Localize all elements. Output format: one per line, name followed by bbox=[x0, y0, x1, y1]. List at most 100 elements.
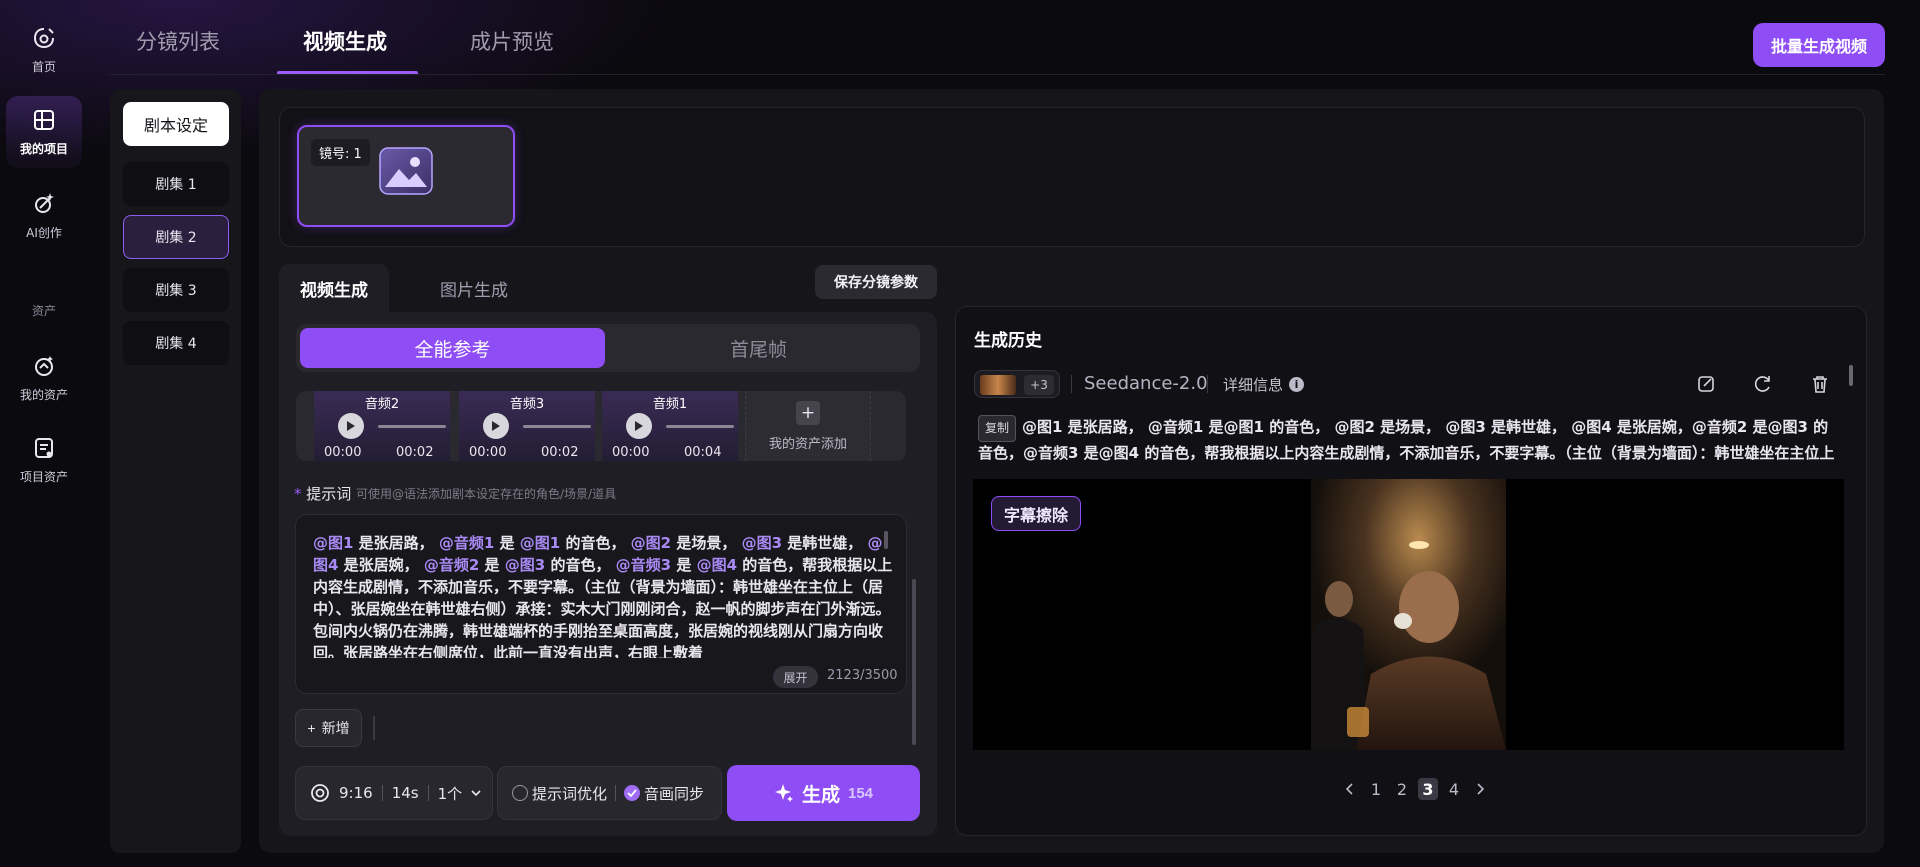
audio-end-time: 00:04 bbox=[684, 445, 722, 460]
tab-storyboard-list[interactable]: 分镜列表 bbox=[136, 26, 220, 56]
reference-thumbnails[interactable]: +3 bbox=[974, 370, 1060, 398]
prompt-text-segment: 是 bbox=[671, 556, 697, 574]
episode-1-button[interactable]: 剧集 1 bbox=[123, 162, 229, 206]
audio-start-time: 00:00 bbox=[612, 445, 650, 460]
episode-2-button[interactable]: 剧集 2 bbox=[123, 215, 229, 259]
shot-card[interactable]: 镜号: 1 bbox=[297, 125, 515, 227]
page-2[interactable]: 2 bbox=[1392, 778, 1412, 800]
history-title: 生成历史 bbox=[974, 331, 1042, 351]
duration-value: 14s bbox=[391, 784, 419, 802]
mode-full-reference[interactable]: 全能参考 bbox=[300, 328, 605, 368]
generate-label: 生成 bbox=[801, 784, 840, 806]
audio-end-time: 00:02 bbox=[396, 445, 434, 460]
tab-video-gen[interactable]: 视频生成 bbox=[279, 264, 389, 312]
rail-my-projects-label: 我的项目 bbox=[19, 142, 68, 156]
plus-icon: + bbox=[307, 720, 316, 736]
mention-token: @音频2 bbox=[423, 556, 480, 574]
audio-reference-row: 音频2 00:00 00:02 音频3 00:00 00:02 音频1 00:0… bbox=[296, 391, 906, 461]
add-new-button[interactable]: + 新增 bbox=[295, 709, 362, 747]
add-from-assets-label: 我的资产添加 bbox=[768, 436, 847, 452]
separator bbox=[1071, 375, 1072, 393]
generation-params-selector[interactable]: 9:16 14s 1个 bbox=[295, 766, 493, 820]
model-name: Seedance-2.0 bbox=[1084, 373, 1208, 394]
audio-card[interactable]: 音频2 00:00 00:02 bbox=[314, 391, 450, 461]
prompt-text-segment: 的音色， bbox=[560, 534, 631, 552]
my-assets-icon bbox=[35, 356, 53, 376]
rail-project-assets[interactable]: 项目资产 bbox=[6, 424, 82, 496]
panel-scrollbar[interactable] bbox=[912, 579, 916, 745]
mention-token: @图1 bbox=[313, 534, 354, 552]
chevron-right-icon[interactable] bbox=[1470, 778, 1490, 800]
aspect-ratio-value: 9:16 bbox=[339, 784, 373, 802]
play-icon[interactable] bbox=[483, 413, 509, 439]
mention-token: @音频1 bbox=[438, 534, 495, 552]
edit-icon[interactable] bbox=[1694, 372, 1718, 396]
projects-icon bbox=[34, 110, 54, 130]
delete-icon[interactable] bbox=[1808, 372, 1832, 396]
generate-button[interactable]: 生成 154 bbox=[727, 765, 920, 821]
batch-generate-button[interactable]: 批量生成视频 bbox=[1753, 23, 1885, 67]
expand-button[interactable]: 展开 bbox=[773, 666, 818, 688]
episode-3-button[interactable]: 剧集 3 bbox=[123, 268, 229, 312]
play-icon[interactable] bbox=[626, 413, 652, 439]
prompt-label: * 提示词 bbox=[294, 485, 352, 503]
audio-card[interactable]: 音频3 00:00 00:02 bbox=[459, 391, 595, 461]
audio-progress-bar[interactable] bbox=[666, 425, 734, 428]
prompt-optimize-label: 提示词优化 bbox=[532, 784, 608, 803]
regenerate-icon[interactable] bbox=[1751, 372, 1775, 396]
play-icon[interactable] bbox=[338, 413, 364, 439]
settings-icon bbox=[311, 784, 329, 802]
episode-4-button[interactable]: 剧集 4 bbox=[123, 321, 229, 365]
page-4[interactable]: 4 bbox=[1444, 778, 1464, 800]
rail-ai-create[interactable]: AI创作 bbox=[6, 180, 82, 252]
ai-create-icon bbox=[35, 193, 54, 213]
extra-reference-count: +3 bbox=[1024, 375, 1054, 395]
prompt-text-segment: 是张居路， bbox=[353, 534, 439, 552]
char-counter: 2123/3500 bbox=[827, 668, 898, 683]
separator bbox=[1207, 375, 1208, 393]
image-placeholder-icon bbox=[379, 147, 433, 195]
mode-first-last-frame[interactable]: 首尾帧 bbox=[606, 328, 911, 368]
separator bbox=[381, 785, 383, 801]
page-1[interactable]: 1 bbox=[1366, 778, 1386, 800]
chevron-left-icon[interactable] bbox=[1340, 778, 1360, 800]
left-rail: 首页 我的项目 AI创作 资产 我的资产 项目资产 bbox=[0, 0, 88, 867]
rail-home[interactable]: 首页 bbox=[6, 14, 82, 86]
project-assets-icon bbox=[35, 438, 53, 458]
add-from-assets-button[interactable]: + 我的资产添加 bbox=[745, 391, 871, 461]
history-prompt-body: @图1 是张居路， @音频1 是@图1 的音色， @图2 是场景， @图3 是韩… bbox=[978, 418, 1835, 461]
prompt-text-segment: 是张居婉， bbox=[338, 556, 424, 574]
home-icon bbox=[33, 28, 54, 49]
script-settings-button[interactable]: 剧本设定 bbox=[123, 102, 229, 146]
rail-my-assets[interactable]: 我的资产 bbox=[6, 342, 82, 414]
details-label: 详细信息 bbox=[1223, 376, 1284, 394]
prompt-text-segment: 是场景， bbox=[671, 534, 742, 552]
prompt-optimize-toggle[interactable]: 提示词优化 bbox=[512, 783, 607, 804]
history-scrollbar[interactable] bbox=[1849, 365, 1853, 386]
audio-card[interactable]: 音频1 00:00 00:04 bbox=[602, 391, 738, 461]
page-3[interactable]: 3 bbox=[1418, 778, 1438, 800]
mention-token: @音频3 bbox=[615, 556, 672, 574]
audio-progress-bar[interactable] bbox=[523, 425, 591, 428]
av-sync-label: 音画同步 bbox=[644, 784, 705, 803]
episode-sidebar: 剧本设定 剧集 1 剧集 2 剧集 3 剧集 4 bbox=[110, 89, 241, 853]
generate-cost: 154 bbox=[847, 784, 874, 802]
tab-video-generation[interactable]: 视频生成 bbox=[303, 26, 387, 56]
prompt-scrollbar[interactable] bbox=[884, 531, 888, 549]
subtitle-removal-badge: 字幕擦除 bbox=[991, 496, 1081, 531]
save-shot-params-button[interactable]: 保存分镜参数 bbox=[815, 265, 937, 299]
prompt-text-segment: 的音色， bbox=[545, 556, 616, 574]
tab-final-preview[interactable]: 成片预览 bbox=[470, 26, 554, 56]
checkbox-icon bbox=[512, 785, 528, 801]
add-new-label: 新增 bbox=[321, 720, 350, 736]
rail-my-projects[interactable]: 我的项目 bbox=[6, 96, 82, 168]
history-prompt-text: 复制 @图1 是张居路， @音频1 是@图1 的音色， @图2 是场景， @图3 … bbox=[978, 415, 1835, 461]
prompt-hint: 可使用@语法添加剧本设定存在的角色/场景/道具 bbox=[356, 487, 617, 501]
copy-button[interactable]: 复制 bbox=[978, 415, 1017, 442]
details-link[interactable]: 详细信息 i bbox=[1223, 374, 1305, 395]
audio-progress-bar[interactable] bbox=[378, 425, 446, 428]
prompt-text[interactable]: @图1 是张居路， @音频1 是 @图1 的音色， @图2 是场景， @图3 是… bbox=[313, 532, 893, 658]
av-sync-toggle[interactable]: 音画同步 bbox=[624, 783, 704, 804]
mode-switch: 全能参考 首尾帧 bbox=[296, 324, 920, 372]
tab-image-gen[interactable]: 图片生成 bbox=[419, 264, 529, 312]
